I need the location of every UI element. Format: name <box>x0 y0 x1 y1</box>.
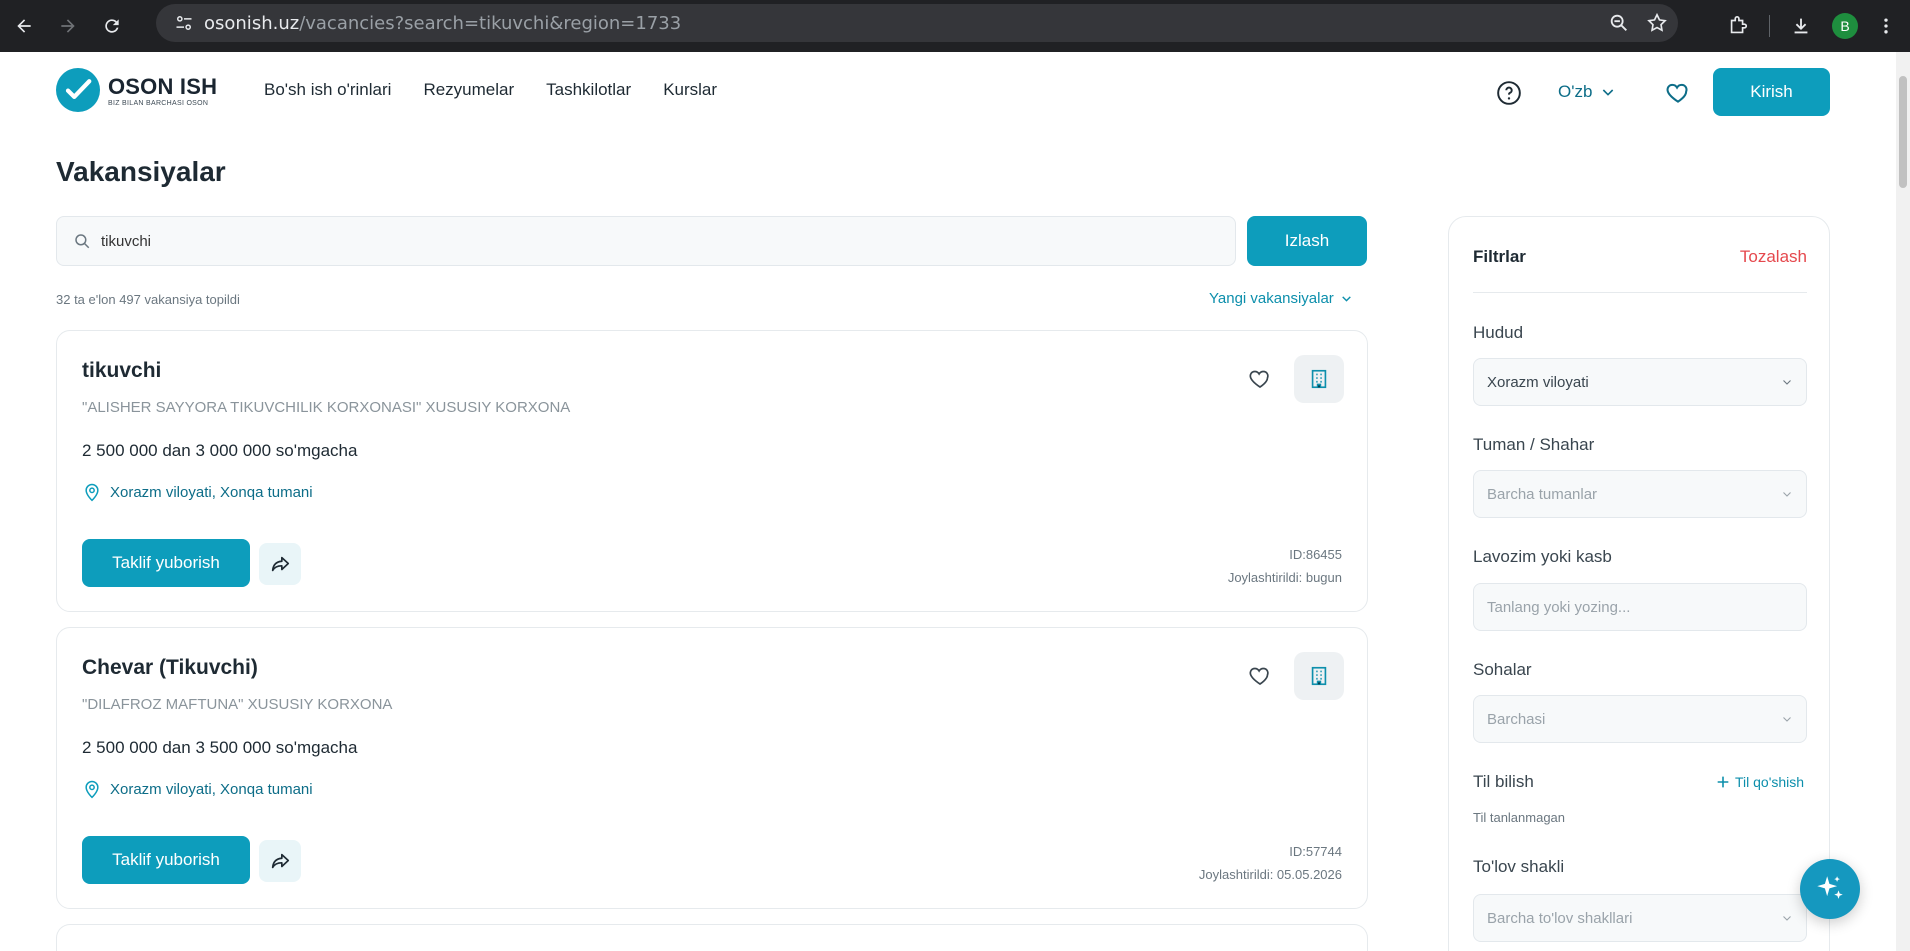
page-title: Vakansiyalar <box>56 156 226 187</box>
clear-filters-button[interactable]: Tozalash <box>1740 247 1807 267</box>
position-label: Lavozim yoki kasb <box>1473 547 1612 566</box>
send-offer-button[interactable]: Taklif yuborish <box>82 836 250 884</box>
company-building-icon[interactable] <box>1294 355 1344 403</box>
more-vertical-icon[interactable] <box>1876 16 1896 36</box>
send-offer-button[interactable]: Taklif yuborish <box>82 539 250 587</box>
district-select[interactable]: Barcha tumanlar <box>1473 470 1807 518</box>
result-count: 32 ta e'lon 497 vakansiya topildi <box>56 292 240 307</box>
vacancy-location: Xorazm viloyati, Xonqa tumani <box>82 481 313 503</box>
share-arrow-icon <box>271 853 290 869</box>
vacancy-title[interactable]: tikuvchi <box>82 359 161 383</box>
favorite-heart-icon[interactable] <box>1247 664 1273 693</box>
location-pin-icon <box>85 780 99 799</box>
share-button[interactable] <box>259 840 301 882</box>
page-scrollbar[interactable] <box>1896 52 1910 951</box>
chevron-down-icon <box>1783 916 1791 921</box>
region-label: Hudud <box>1473 323 1524 342</box>
reload-icon <box>105 19 119 33</box>
search-input[interactable] <box>101 232 1201 250</box>
payment-label: To'lov shakli <box>1473 857 1565 876</box>
logo-title: OSON ISH <box>108 73 218 99</box>
logo-check-icon <box>56 68 100 112</box>
language-select[interactable]: O'zb <box>1558 82 1616 102</box>
back-button[interactable] <box>2 4 46 48</box>
vacancy-company: "DILAFROZ MAFTUNA" XUSUSIY KORXONA <box>82 696 393 713</box>
scrollbar-thumb[interactable] <box>1899 76 1907 188</box>
vacancy-meta: ID:57744 Joylashtirildi: 05.05.2026 <box>1199 840 1342 886</box>
help-icon[interactable] <box>1496 80 1522 111</box>
company-building-icon[interactable] <box>1294 652 1344 700</box>
zoom-icon[interactable] <box>1608 12 1630 34</box>
browser-toolbar: osonish.uz/vacancies?search=tikuvchi&reg… <box>0 0 1910 52</box>
sector-select[interactable]: Barchasi <box>1473 695 1807 743</box>
divider <box>1473 292 1807 293</box>
chevron-down-icon <box>1783 492 1791 497</box>
arrow-left-icon <box>17 19 31 33</box>
vacancy-id: ID:57744 <box>1289 844 1342 859</box>
vacancy-salary: 2 500 000 dan 3 500 000 so'mgacha <box>82 738 358 757</box>
sparkles-icon <box>1817 876 1843 899</box>
site-settings-icon[interactable] <box>164 13 204 33</box>
profile-avatar[interactable]: B <box>1832 13 1858 39</box>
nav-resumes[interactable]: Rezyumelar <box>423 80 514 100</box>
add-language-button[interactable]: Til qo'shish <box>1715 774 1804 790</box>
filters-title: Filtrlar <box>1473 247 1526 266</box>
search-button[interactable]: Izlash <box>1247 216 1367 266</box>
location-pin-icon <box>85 483 99 502</box>
vacancy-meta: ID:86455 Joylashtirildi: bugun <box>1228 543 1342 589</box>
nav-organizations[interactable]: Tashkilotlar <box>546 80 631 100</box>
language-note: Til tanlanmagan <box>1473 810 1566 825</box>
login-button[interactable]: Kirish <box>1713 68 1830 116</box>
vacancy-salary: 2 500 000 dan 3 000 000 so'mgacha <box>82 441 358 460</box>
position-input[interactable]: Tanlang yoki yozing... <box>1473 583 1807 631</box>
search-box[interactable] <box>56 216 1236 266</box>
reload-button[interactable] <box>90 4 134 48</box>
chevron-down-icon <box>1603 89 1614 96</box>
site-header: OSON ISH BIZ BILAN BARCHASI OSON Bo'sh i… <box>0 52 1896 148</box>
vacancy-posted: Joylashtirildi: 05.05.2026 <box>1198 867 1342 882</box>
vacancy-location: Xorazm viloyati, Xonqa tumani <box>82 778 313 800</box>
forward-button[interactable] <box>46 4 90 48</box>
plus-icon <box>1717 776 1729 788</box>
ai-assistant-button[interactable] <box>1800 859 1860 919</box>
vacancy-posted: Joylashtirildi: bugun <box>1227 570 1342 585</box>
extensions-icon[interactable] <box>1727 15 1749 37</box>
sort-select[interactable]: Yangi vakansiyalar <box>1209 290 1353 307</box>
language-label: Til bilish <box>1473 772 1534 791</box>
url-text: osonish.uz/vacancies?search=tikuvchi&reg… <box>204 12 682 34</box>
download-icon[interactable] <box>1790 15 1812 37</box>
nav-courses[interactable]: Kurslar <box>663 80 717 100</box>
page: OSON ISH BIZ BILAN BARCHASI OSON Bo'sh i… <box>0 52 1896 951</box>
share-button[interactable] <box>259 543 301 585</box>
favorites-heart-icon[interactable] <box>1664 80 1692 111</box>
arrow-right-icon <box>61 19 75 33</box>
search-icon <box>75 234 90 249</box>
chevron-down-icon <box>1783 717 1791 722</box>
vacancy-id: ID:86455 <box>1289 547 1342 562</box>
vacancy-company: "ALISHER SAYYORA TIKUVCHILIK KORXONASI" … <box>82 399 571 416</box>
logo[interactable]: OSON ISH BIZ BILAN BARCHASI OSON <box>56 68 217 112</box>
nav-vacancies[interactable]: Bo'sh ish o'rinlari <box>264 80 391 100</box>
logo-subtitle: BIZ BILAN BARCHASI OSON <box>108 99 209 107</box>
chevron-down-icon <box>1342 296 1351 302</box>
main-nav: Bo'sh ish o'rinlari Rezyumelar Tashkilot… <box>264 80 717 100</box>
vacancy-card[interactable] <box>56 924 1368 951</box>
payment-select[interactable]: Barcha to'lov shakllari <box>1473 894 1807 942</box>
address-bar[interactable]: osonish.uz/vacancies?search=tikuvchi&reg… <box>156 4 1678 42</box>
favorite-heart-icon[interactable] <box>1247 367 1273 396</box>
filters-panel: Filtrlar Tozalash Hudud Xorazm viloyati … <box>1448 216 1830 951</box>
district-label: Tuman / Shahar <box>1473 435 1595 454</box>
region-select[interactable]: Xorazm viloyati <box>1473 358 1807 406</box>
bookmark-star-icon[interactable] <box>1646 12 1668 34</box>
vacancy-card[interactable]: Chevar (Tikuvchi) "DILAFROZ MAFTUNA" XUS… <box>56 627 1368 909</box>
vacancy-title[interactable]: Chevar (Tikuvchi) <box>82 656 258 680</box>
chevron-down-icon <box>1783 380 1791 385</box>
vacancy-card[interactable]: tikuvchi "ALISHER SAYYORA TIKUVCHILIK KO… <box>56 330 1368 612</box>
sector-label: Sohalar <box>1473 660 1532 679</box>
share-arrow-icon <box>271 556 290 572</box>
